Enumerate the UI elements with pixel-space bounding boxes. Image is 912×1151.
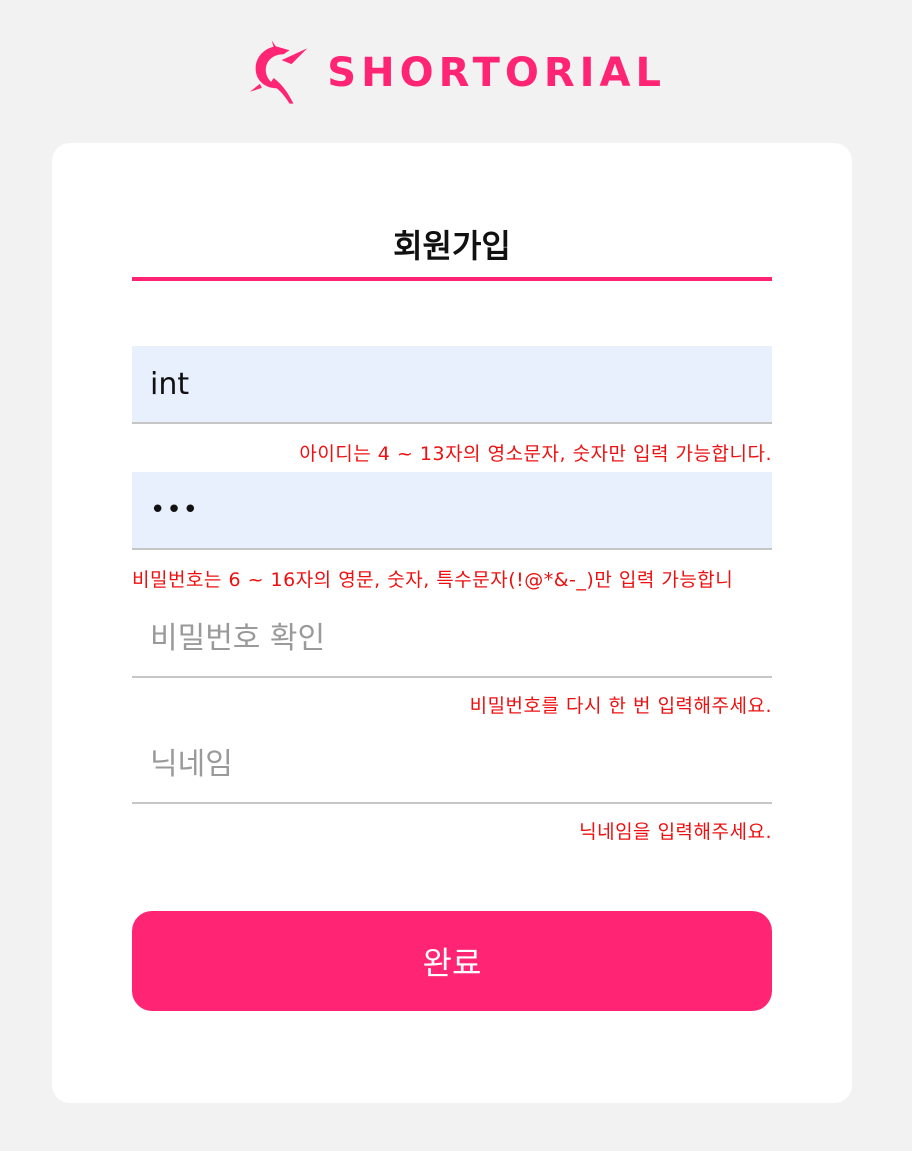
id-input[interactable] bbox=[132, 346, 772, 424]
page-title: 회원가입 bbox=[393, 227, 511, 265]
submit-button[interactable]: 완료 bbox=[132, 911, 772, 1011]
title-underline bbox=[132, 277, 772, 281]
signup-page: SHORTORIAL 회원가입 아이디는 4 ~ 13자의 영소문자, 숫자만 … bbox=[0, 0, 912, 1151]
password-confirm-input[interactable] bbox=[132, 600, 772, 678]
password-hint: 비밀번호는 6 ~ 16자의 영문, 숫자, 특수문자(!@*&-_)만 입력 … bbox=[132, 569, 734, 591]
signup-card: 회원가입 아이디는 4 ~ 13자의 영소문자, 숫자만 입력 가능합니다. 비… bbox=[52, 143, 852, 1103]
id-hint: 아이디는 4 ~ 13자의 영소문자, 숫자만 입력 가능합니다. bbox=[299, 443, 772, 465]
dancer-logo-icon bbox=[249, 40, 308, 104]
brand-name: SHORTORIAL bbox=[327, 50, 666, 96]
password-confirm-hint: 비밀번호를 다시 한 번 입력해주세요. bbox=[469, 695, 772, 717]
nickname-input[interactable] bbox=[132, 726, 772, 804]
nickname-hint: 닉네임을 입력해주세요. bbox=[579, 821, 772, 843]
brand-logo[interactable]: SHORTORIAL bbox=[246, 38, 666, 108]
password-input[interactable] bbox=[132, 472, 772, 550]
